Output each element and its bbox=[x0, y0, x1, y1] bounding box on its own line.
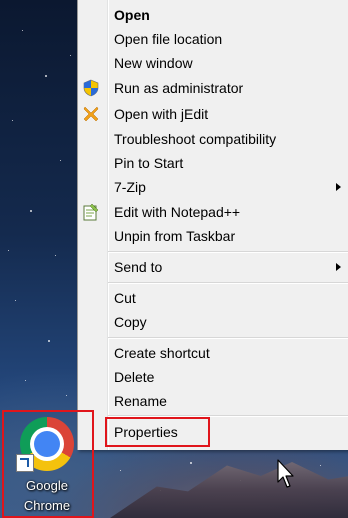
star bbox=[60, 160, 61, 161]
menu-item-delete[interactable]: Delete bbox=[78, 365, 348, 389]
menu-item-label: Edit with Notepad++ bbox=[114, 204, 241, 220]
menu-item-label: Rename bbox=[114, 393, 167, 409]
menu-item-label: Open with jEdit bbox=[114, 106, 209, 122]
menu-item-create-shortcut[interactable]: Create shortcut bbox=[78, 341, 348, 365]
star bbox=[8, 250, 9, 251]
star bbox=[15, 300, 16, 301]
menu-separator bbox=[108, 251, 348, 253]
menu-item-label: Delete bbox=[114, 369, 155, 385]
menu-item-rename[interactable]: Rename bbox=[78, 389, 348, 413]
menu-separator bbox=[108, 282, 348, 284]
menu-item-7-zip[interactable]: 7-Zip bbox=[78, 175, 348, 199]
mountain-silhouette bbox=[110, 462, 348, 518]
menu-item-label: Cut bbox=[114, 290, 136, 306]
menu-item-open-file-location[interactable]: Open file location bbox=[78, 27, 348, 51]
star bbox=[30, 210, 32, 212]
menu-item-new-window[interactable]: New window bbox=[78, 51, 348, 75]
menu-item-properties[interactable]: Properties bbox=[78, 420, 348, 444]
star bbox=[55, 255, 56, 256]
star bbox=[66, 395, 67, 396]
menu-item-troubleshoot-compatibility[interactable]: Troubleshoot compatibility bbox=[78, 127, 348, 151]
menu-item-label: Pin to Start bbox=[114, 155, 184, 171]
menu-item-label: Open bbox=[114, 7, 150, 23]
menu-item-label: New window bbox=[114, 55, 193, 71]
star bbox=[70, 55, 71, 56]
shortcut-label: Google Chrome bbox=[4, 476, 90, 516]
menu-item-run-as-administrator[interactable]: Run as administrator bbox=[78, 76, 348, 100]
star bbox=[48, 340, 50, 342]
uac-shield-icon bbox=[82, 79, 100, 97]
menu-item-label: Send to bbox=[114, 259, 163, 275]
menu-item-open[interactable]: Open bbox=[78, 3, 348, 27]
shortcut-label-line1: Google bbox=[26, 478, 68, 493]
menu-item-label: Copy bbox=[114, 314, 147, 330]
menu-item-edit-with-notepad-plus-plus[interactable]: Edit with Notepad++ bbox=[78, 200, 348, 224]
mouse-cursor-icon bbox=[277, 459, 294, 488]
menu-item-open-with-jedit[interactable]: Open with jEdit bbox=[78, 102, 348, 126]
menu-item-copy[interactable]: Copy bbox=[78, 310, 348, 334]
star bbox=[320, 465, 321, 466]
menu-item-label: Properties bbox=[114, 424, 178, 440]
star bbox=[12, 120, 13, 121]
menu-item-send-to[interactable]: Send to bbox=[78, 255, 348, 279]
star bbox=[22, 30, 23, 31]
menu-item-label: Run as administrator bbox=[114, 80, 244, 96]
context-menu: Open Open file location New window Run a… bbox=[77, 0, 348, 450]
menu-item-unpin-from-taskbar[interactable]: Unpin from Taskbar bbox=[78, 224, 348, 248]
menu-item-pin-to-start[interactable]: Pin to Start bbox=[78, 151, 348, 175]
menu-item-label: 7-Zip bbox=[114, 179, 146, 195]
star bbox=[120, 470, 121, 471]
menu-item-label: Unpin from Taskbar bbox=[114, 228, 236, 244]
submenu-arrow-icon bbox=[336, 183, 341, 191]
menu-separator bbox=[108, 415, 348, 417]
menu-item-cut[interactable]: Cut bbox=[78, 286, 348, 310]
shortcut-overlay-arrow-icon bbox=[16, 454, 34, 472]
jedit-icon bbox=[82, 105, 100, 123]
star bbox=[25, 380, 26, 381]
submenu-arrow-icon bbox=[336, 263, 341, 271]
notepad-plus-plus-icon bbox=[82, 203, 100, 221]
menu-item-label: Create shortcut bbox=[114, 345, 210, 361]
menu-item-label: Troubleshoot compatibility bbox=[114, 131, 277, 147]
menu-item-label: Open file location bbox=[114, 31, 223, 47]
chrome-desktop-shortcut[interactable]: Google Chrome bbox=[4, 412, 90, 516]
shortcut-label-line2: Chrome bbox=[23, 498, 71, 513]
star bbox=[190, 462, 192, 464]
menu-separator bbox=[108, 337, 348, 339]
star bbox=[45, 75, 47, 77]
